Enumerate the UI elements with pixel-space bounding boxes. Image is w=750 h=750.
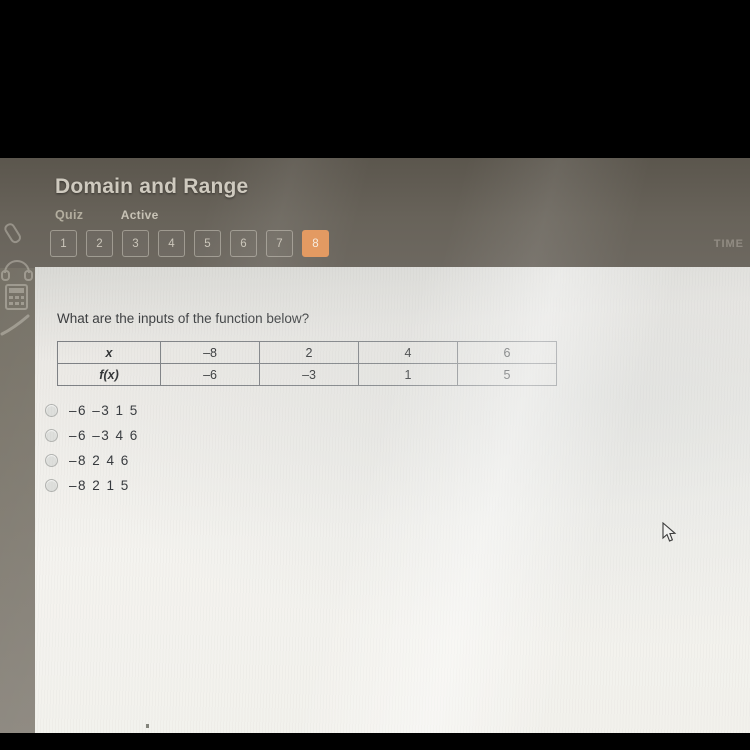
answer-options: –6 –3 1 5 –6 –3 4 6 –8 2 4 6 –8 2 1 5 xyxy=(41,398,139,498)
pagination-item-8[interactable]: 8 xyxy=(302,230,329,257)
answer-label-c: –8 2 4 6 xyxy=(69,453,130,468)
pagination-item-7[interactable]: 7 xyxy=(266,230,293,257)
pen-icon xyxy=(0,218,40,252)
dust-speck xyxy=(146,724,149,728)
answer-label-b: –6 –3 4 6 xyxy=(69,428,139,443)
mouse-cursor xyxy=(662,521,678,549)
card-glare-overlay xyxy=(35,267,750,733)
headphones-icon xyxy=(0,252,40,282)
pagination-item-3[interactable]: 3 xyxy=(122,230,149,257)
table-row-label-x: x xyxy=(56,341,162,364)
pagination-item-4[interactable]: 4 xyxy=(158,230,185,257)
radio-button-c[interactable] xyxy=(45,454,58,467)
reflection-icon-strip xyxy=(0,218,40,418)
table-cell-x-2: 2 xyxy=(259,341,359,364)
screenshot-root: Domain and Range Quiz Active 1 2 3 4 5 6… xyxy=(0,0,750,750)
table-cell-x-1: –8 xyxy=(160,341,261,364)
pagination-item-2[interactable]: 2 xyxy=(86,230,113,257)
radio-button-d[interactable] xyxy=(45,479,58,492)
photo-top-letterbox xyxy=(0,0,750,158)
photo-bottom-letterbox xyxy=(0,733,750,750)
table-row-x: x –8 2 4 6 xyxy=(56,341,558,364)
table-cell-x-3: 4 xyxy=(358,341,458,364)
pagination-item-6[interactable]: 6 xyxy=(230,230,257,257)
quiz-status-label: Active xyxy=(120,208,159,222)
answer-label-a: –6 –3 1 5 xyxy=(69,403,139,418)
question-pagination[interactable]: 1 2 3 4 5 6 7 8 xyxy=(50,230,329,257)
table-cell-fx-3: 1 xyxy=(358,363,458,386)
quiz-header-band: Domain and Range Quiz Active 1 2 3 4 5 6… xyxy=(0,158,750,268)
answer-label-d: –8 2 1 5 xyxy=(69,478,130,493)
table-cell-fx-2: –3 xyxy=(259,363,359,386)
monitor-surface: Domain and Range Quiz Active 1 2 3 4 5 6… xyxy=(0,158,750,733)
table-row-fx: f(x) –6 –3 1 5 xyxy=(56,363,558,386)
calculator-icon xyxy=(0,282,40,312)
function-table: x –8 2 4 6 f(x) –6 –3 1 5 xyxy=(56,341,558,386)
time-watermark: TIME xyxy=(713,238,744,250)
table-row-label-fx: f(x) xyxy=(56,363,162,386)
answer-option-c[interactable]: –8 2 4 6 xyxy=(41,448,139,473)
table-cell-fx-4: 5 xyxy=(456,363,558,386)
table-cell-x-4: 6 xyxy=(456,341,558,364)
radio-button-b[interactable] xyxy=(45,429,58,442)
answer-option-a[interactable]: –6 –3 1 5 xyxy=(41,398,139,423)
answer-option-b[interactable]: –6 –3 4 6 xyxy=(41,423,139,448)
table-cell-fx-1: –6 xyxy=(160,363,261,386)
question-prompt: What are the inputs of the function belo… xyxy=(57,311,310,326)
pagination-item-5[interactable]: 5 xyxy=(194,230,221,257)
page-title: Domain and Range xyxy=(55,175,249,198)
stroke-icon xyxy=(0,312,40,342)
radio-button-a[interactable] xyxy=(45,404,58,417)
question-card: What are the inputs of the function belo… xyxy=(35,267,750,733)
answer-option-d[interactable]: –8 2 1 5 xyxy=(41,473,139,498)
quiz-meta-row: Quiz Active xyxy=(55,206,159,224)
quiz-type-label: Quiz xyxy=(55,208,84,222)
pagination-item-1[interactable]: 1 xyxy=(50,230,77,257)
